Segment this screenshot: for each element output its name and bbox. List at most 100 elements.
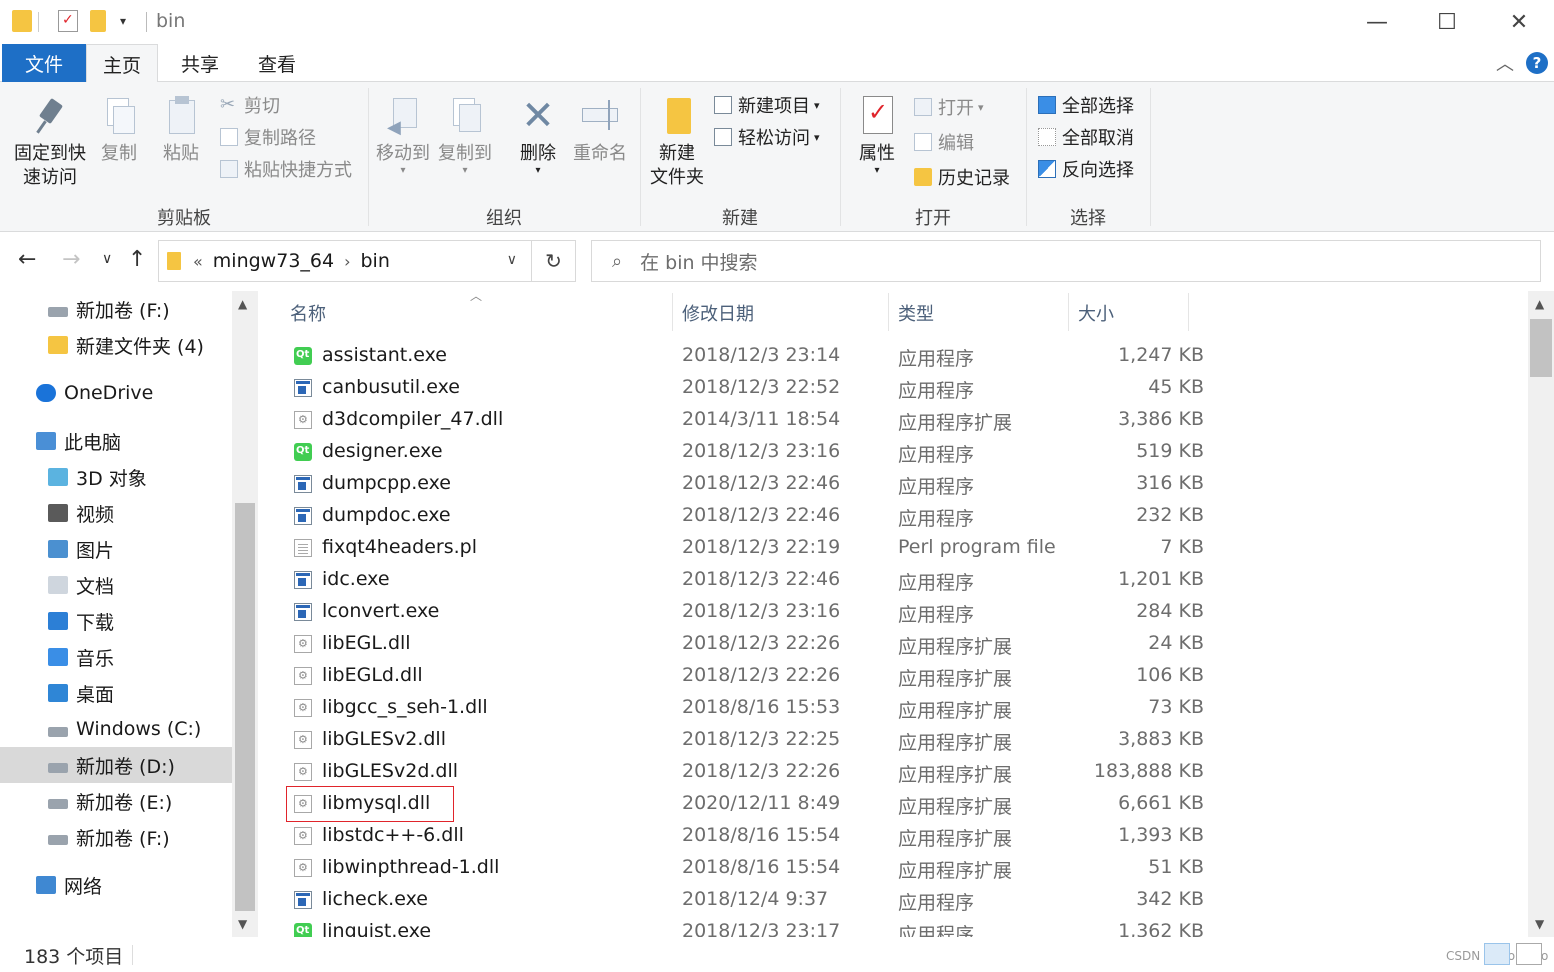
sidebar-item[interactable]: 视频 (0, 495, 232, 531)
column-header-type[interactable]: 类型 (898, 291, 1058, 335)
scroll-up-icon[interactable]: ▲ (1535, 297, 1544, 311)
details-view-icon[interactable] (1484, 943, 1510, 965)
paste-shortcut-button[interactable]: 粘贴快捷方式 (220, 155, 352, 183)
properties-quick-icon[interactable]: ✓ (58, 10, 78, 32)
delete-button[interactable]: ✕ 删除 ▾ (512, 94, 564, 176)
properties-button[interactable]: ✓ 属性 ▾ (850, 94, 904, 176)
column-header-date[interactable]: 修改日期 (682, 291, 882, 335)
sidebar-item[interactable]: 图片 (0, 531, 232, 567)
address-bar[interactable]: « mingw73_64 › bin ∨ (158, 240, 532, 282)
sidebar-item[interactable]: 网络 (0, 867, 232, 903)
divider[interactable] (672, 293, 673, 331)
sidebar-item[interactable]: 下载 (0, 603, 232, 639)
breadcrumb-mingw73-64[interactable]: mingw73_64 (213, 250, 334, 272)
divider[interactable] (888, 293, 889, 331)
scroll-up-icon[interactable]: ▲ (238, 297, 247, 311)
maximize-button[interactable]: ☐ (1412, 0, 1482, 44)
copy-path-button[interactable]: 复制路径 (220, 123, 316, 151)
file-row[interactable]: libstdc++-6.dll 2018/8/16 15:54 应用程序扩展 1,39… (286, 820, 1446, 852)
new-folder-button[interactable]: 新建 文件夹 (646, 94, 708, 190)
copy-button[interactable]: 复制 (94, 94, 144, 166)
sidebar-item[interactable]: 新加卷 (D:) (0, 747, 232, 783)
up-arrow-icon[interactable]: ↑ (128, 247, 146, 272)
history-button[interactable]: 历史记录 (914, 163, 1010, 191)
refresh-icon[interactable]: ↻ (532, 240, 576, 282)
edit-button[interactable]: 编辑 (914, 128, 974, 156)
forward-arrow-icon[interactable]: → (62, 247, 80, 272)
file-row[interactable]: dumpdoc.exe 2018/12/3 22:46 应用程序 232 KB (286, 500, 1446, 532)
help-button[interactable]: ? (1526, 52, 1548, 74)
sidebar-item[interactable]: 新加卷 (F:) (0, 291, 232, 327)
file-date: 2018/8/16 15:54 (682, 856, 841, 878)
cut-button[interactable]: ✂ 剪切 (220, 91, 280, 119)
sidebar-item[interactable]: 音乐 (0, 639, 232, 675)
rename-button[interactable]: 重命名 (568, 94, 632, 166)
file-list-scrollbar[interactable]: ▲ ▼ (1528, 291, 1554, 937)
breadcrumb-bin[interactable]: bin (361, 250, 390, 272)
open-button[interactable]: 打开 ▾ (914, 93, 984, 121)
new-item-button[interactable]: 新建项目 ▾ (714, 91, 820, 119)
tab-home[interactable]: 主页 (86, 44, 158, 83)
column-header-name[interactable]: 名称 (290, 291, 670, 335)
file-row[interactable]: libEGL.dll 2018/12/3 22:26 应用程序扩展 24 KB (286, 628, 1446, 660)
chevron-up-icon[interactable]: ︿ (1496, 50, 1514, 76)
copy-to-button[interactable]: 复制到 ▾ (436, 94, 494, 176)
close-button[interactable]: ✕ (1484, 0, 1554, 44)
sidebar-item[interactable]: 3D 对象 (0, 459, 232, 495)
file-row[interactable]: linguist.exe 2018/12/3 23:17 应用程序 1,362 KB (286, 916, 1446, 937)
file-row[interactable]: libwinpthread-1.dll 2018/8/16 15:54 应用程序扩展… (286, 852, 1446, 884)
tab-share[interactable]: 共享 (164, 44, 236, 82)
divider[interactable] (1068, 293, 1069, 331)
scroll-down-icon[interactable]: ▼ (238, 917, 247, 931)
sidebar-item[interactable]: 此电脑 (0, 423, 232, 459)
select-none-button[interactable]: 全部取消 (1038, 123, 1134, 151)
sidebar-item[interactable]: OneDrive (0, 375, 232, 411)
new-folder-quick-icon[interactable] (90, 10, 106, 32)
sidebar-item[interactable]: 新加卷 (E:) (0, 783, 232, 819)
file-row[interactable]: libGLESv2.dll 2018/12/3 22:25 应用程序扩展 3,883 … (286, 724, 1446, 756)
file-row[interactable]: dumpcpp.exe 2018/12/3 22:46 应用程序 316 KB (286, 468, 1446, 500)
file-row[interactable]: licheck.exe 2018/12/4 9:37 应用程序 342 KB (286, 884, 1446, 916)
dll-file-icon (294, 699, 312, 717)
chevron-down-icon: ▾ (814, 130, 820, 144)
sidebar-item[interactable]: 新加卷 (F:) (0, 819, 232, 855)
easy-access-button[interactable]: 轻松访问 ▾ (714, 123, 820, 151)
back-arrow-icon[interactable]: ← (18, 247, 36, 272)
sidebar-item[interactable]: 新建文件夹 (4) (0, 327, 232, 363)
sidebar-item[interactable]: 桌面 (0, 675, 232, 711)
address-dropdown-chevron-icon[interactable]: ∨ (507, 252, 517, 268)
file-row[interactable]: lconvert.exe 2018/12/3 23:16 应用程序 284 KB (286, 596, 1446, 628)
move-to-button[interactable]: ◀ 移动到 ▾ (374, 94, 432, 176)
nav-scrollbar[interactable]: ▲ ▼ (232, 291, 258, 937)
file-row[interactable]: d3dcompiler_47.dll 2014/3/11 18:54 应用程序扩展 3… (286, 404, 1446, 436)
file-row[interactable]: libgcc_s_seh-1.dll 2018/8/16 15:53 应用程序扩展 7… (286, 692, 1446, 724)
customize-quick-access-icon[interactable]: ▾ (120, 14, 126, 28)
file-row[interactable]: assistant.exe 2018/12/3 23:14 应用程序 1,247 KB (286, 340, 1446, 372)
sidebar-item[interactable]: 文档 (0, 567, 232, 603)
file-row[interactable]: libmysql.dll 2020/12/11 8:49 应用程序扩展 6,661 K… (286, 786, 1446, 822)
file-row[interactable]: libGLESv2d.dll 2018/12/3 22:26 应用程序扩展 183,8… (286, 756, 1446, 788)
divider[interactable] (1188, 293, 1189, 331)
scroll-down-icon[interactable]: ▼ (1535, 917, 1544, 931)
overflow-crumbs-icon[interactable]: « (193, 252, 203, 271)
sidebar-item[interactable]: Windows (C:) (0, 711, 232, 747)
recent-locations-chevron-icon[interactable]: ∨ (102, 251, 112, 267)
file-row[interactable]: idc.exe 2018/12/3 22:46 应用程序 1,201 KB (286, 564, 1446, 596)
tab-view[interactable]: 查看 (240, 44, 314, 82)
minimize-button[interactable]: — (1342, 0, 1412, 44)
pin-quick-access-button[interactable]: 固定到快 速访问 (10, 94, 90, 190)
file-row[interactable]: designer.exe 2018/12/3 23:16 应用程序 519 KB (286, 436, 1446, 468)
file-row[interactable]: canbusutil.exe 2018/12/3 22:52 应用程序 45 KB (286, 372, 1446, 404)
invert-selection-button[interactable]: 反向选择 (1038, 155, 1134, 183)
column-header-size[interactable]: 大小 (1078, 291, 1178, 335)
search-input[interactable]: ⌕ 在 bin 中搜索 (591, 240, 1541, 282)
large-icons-view-icon[interactable] (1516, 943, 1542, 965)
documents-icon (48, 576, 68, 594)
paste-button[interactable]: 粘贴 (152, 94, 210, 166)
file-row[interactable]: fixqt4headers.pl 2018/12/3 22:19 Perl prog… (286, 532, 1446, 564)
nav-scrollbar-thumb[interactable] (235, 503, 255, 911)
file-row[interactable]: libEGLd.dll 2018/12/3 22:26 应用程序扩展 106 KB (286, 660, 1446, 692)
file-list-scrollbar-thumb[interactable] (1530, 319, 1552, 377)
select-all-button[interactable]: 全部选择 (1038, 91, 1134, 119)
tab-file[interactable]: 文件 (2, 44, 86, 82)
